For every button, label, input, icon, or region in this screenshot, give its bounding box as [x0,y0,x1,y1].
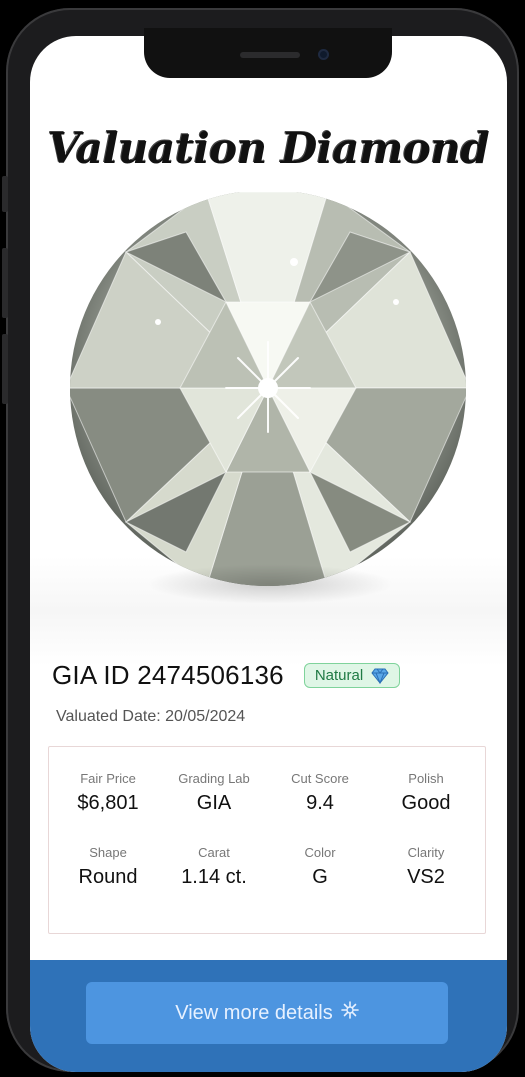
spec-value: Good [401,792,451,814]
phone-frame: Valuation Diamond GIA ID 2474506136 Natu… [2,8,519,1072]
spec-value: G [312,866,328,888]
button-label: View more details [175,1001,333,1024]
spec-grading-lab: Grading Lab GIA [161,771,267,815]
view-more-details-button[interactable]: View more details [86,982,448,1044]
spec-cut-score: Cut Score 9.4 [267,771,373,815]
spec-label: Color [304,845,336,860]
natural-badge: Natural [303,663,401,688]
gem-icon [371,668,389,684]
spec-label: Cut Score [291,771,349,786]
spec-polish: Polish Good [373,771,479,815]
diamond-illustration [70,190,466,586]
sparkle-icon [340,1001,359,1025]
specs-grid: Fair Price $6,801 Grading Lab GIA Cut Sc… [49,747,485,889]
spec-label: Fair Price [80,771,136,786]
app-title: Valuation Diamond [47,124,490,173]
spec-label: Grading Lab [178,771,250,786]
footer-bar: View more details [30,960,507,1072]
spec-value: 1.14 ct. [181,866,247,888]
spec-fair-price: Fair Price $6,801 [55,771,161,815]
spec-label: Shape [89,845,127,860]
diamond-shadow [146,564,394,604]
spec-carat: Carat 1.14 ct. [161,845,267,889]
spec-value: Round [78,866,138,888]
spec-label: Polish [408,771,444,786]
speaker-grille [240,52,300,58]
notch [144,28,392,78]
spec-value: VS2 [407,866,445,888]
mute-switch [2,176,8,212]
diamond-image [66,190,470,612]
volume-up-button [2,248,8,318]
spec-label: Carat [198,845,230,860]
spec-label: Clarity [407,845,445,860]
spec-clarity: Clarity VS2 [373,845,479,889]
badge-label: Natural [314,667,364,684]
valuated-date: Valuated Date: 20/05/2024 [56,708,246,725]
app-screen: Valuation Diamond GIA ID 2474506136 Natu… [30,36,507,1072]
spec-value: 9.4 [306,792,334,814]
front-camera [318,49,329,60]
spec-value: $6,801 [77,792,139,814]
specs-card: Fair Price $6,801 Grading Lab GIA Cut Sc… [48,746,486,934]
spec-color: Color G [267,845,373,889]
gia-id: GIA ID 2474506136 [52,660,284,690]
spec-shape: Shape Round [55,845,161,889]
spec-value: GIA [196,792,232,814]
volume-down-button [2,334,8,404]
certificate-header: GIA ID 2474506136 Natural [52,660,401,691]
